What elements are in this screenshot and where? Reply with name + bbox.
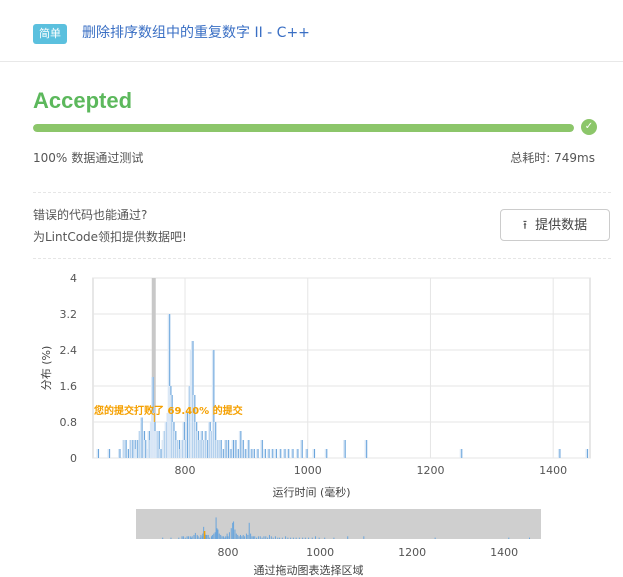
chart-bars [96,278,589,458]
navigator-caption: 通过拖动图表选择区域 [254,563,364,577]
y-tick-label: 0 [70,452,77,465]
x-tick-label: 1200 [416,464,444,477]
x-axis-ticks: 800 1000 1200 1400 [175,464,568,477]
x-tick-label: 1400 [539,464,567,477]
y-tick-label: 1.6 [60,380,78,393]
y-tick-label: 2.4 [60,344,78,357]
x-tick-label: 1000 [294,464,322,477]
navigator-tick-label: 1000 [306,546,334,559]
y-tick-label: 4 [70,272,77,285]
range-navigator[interactable]: 800 1000 1200 1400 [136,509,541,559]
x-axis-label: 运行时间 (毫秒) [272,485,350,499]
navigator-track [136,509,541,539]
beat-annotation: 您的提交打败了 69.40% 的提交 [94,404,243,417]
navigator-tick-label: 1400 [490,546,518,559]
y-tick-label: 3.2 [60,308,78,321]
runtime-distribution-chart[interactable]: 0 0.8 1.6 2.4 3.2 4 800 1000 1200 1400 分布 (%) 运行… [0,0,623,577]
navigator-tick-label: 800 [218,546,239,559]
y-axis-label: 分布 (%) [40,346,53,391]
y-axis-ticks: 0 0.8 1.6 2.4 3.2 4 [60,272,78,465]
y-tick-label: 0.8 [60,416,78,429]
x-tick-label: 800 [175,464,196,477]
navigator-tick-label: 1200 [398,546,426,559]
